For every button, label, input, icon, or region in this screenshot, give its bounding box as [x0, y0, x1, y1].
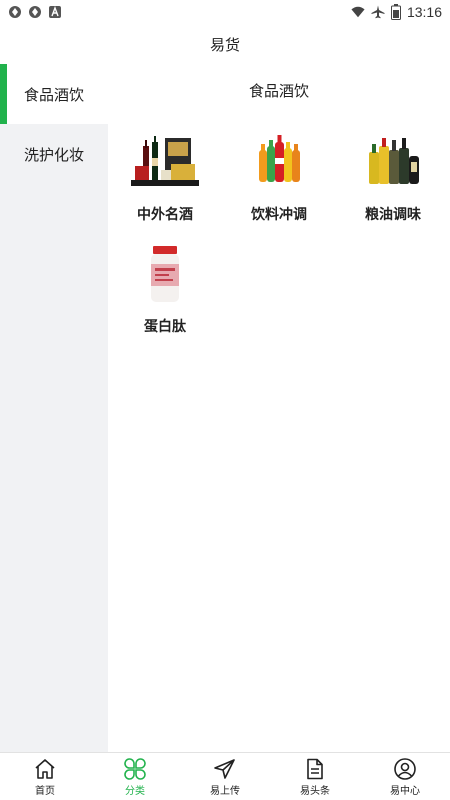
sidebar-item-label: 食品酒饮 [23, 85, 84, 104]
sync-icon [9, 6, 21, 18]
nav-home[interactable]: 首页 [0, 753, 90, 800]
nav-headlines[interactable]: 易头条 [270, 753, 360, 800]
paper-plane-icon [214, 758, 235, 779]
nav-label: 首页 [35, 785, 55, 797]
sidebar-item-care-cosmetics[interactable]: 洗护化妆 [0, 124, 108, 184]
category-item-label: 粮油调味 [365, 207, 421, 223]
home-icon [35, 758, 55, 779]
protein-jar-image [151, 246, 179, 302]
beverage-bottles-image [259, 135, 300, 182]
sidebar-item-food-drinks[interactable]: 食品酒饮 [0, 64, 108, 124]
nav-label: 易上传 [210, 785, 240, 797]
nav-upload[interactable]: 易上传 [180, 753, 270, 800]
bottom-navigation: 首页 分类 易上传 易头条 易中心 [0, 752, 450, 800]
wine-products-image [131, 136, 199, 186]
sync-icon [29, 6, 41, 18]
battery-icon [390, 4, 401, 20]
status-left-icons [8, 5, 62, 19]
category-item-label: 饮料冲调 [251, 207, 307, 223]
category-item-label: 中外名酒 [137, 207, 193, 223]
nav-label: 易中心 [390, 785, 420, 797]
category-clover-icon [124, 757, 146, 780]
category-item-wine[interactable]: 中外名酒 [108, 124, 222, 236]
status-time: 13:16 [406, 4, 442, 20]
text-a-icon [49, 6, 61, 18]
category-item-grain-oil[interactable]: 粮油调味 [336, 124, 450, 236]
status-bar: 13:16 [0, 0, 450, 24]
category-sidebar: 食品酒饮 洗护化妆 [0, 64, 108, 752]
nav-label: 分类 [125, 785, 145, 797]
user-circle-icon [394, 757, 416, 780]
wifi-icon [351, 6, 365, 18]
nav-category[interactable]: 分类 [90, 753, 180, 800]
section-title: 食品酒饮 [248, 82, 309, 100]
nav-center[interactable]: 易中心 [360, 753, 450, 800]
nav-label: 易头条 [300, 785, 330, 797]
airplane-icon [371, 5, 385, 19]
category-item-label: 蛋白肽 [144, 319, 186, 335]
sidebar-item-label: 洗护化妆 [23, 145, 84, 164]
category-item-beverages[interactable]: 饮料冲调 [222, 124, 336, 236]
category-content: 食品酒饮 中外名酒 饮料冲调 粮油调味 蛋白肽 [108, 64, 450, 752]
category-item-protein-peptide[interactable]: 蛋白肽 [108, 236, 222, 348]
status-right-icons: 13:16 [351, 4, 442, 20]
oil-bottles-image [369, 138, 419, 184]
page-title: 易货 [209, 35, 240, 54]
document-icon [307, 758, 323, 779]
header: 易货 [0, 24, 450, 64]
